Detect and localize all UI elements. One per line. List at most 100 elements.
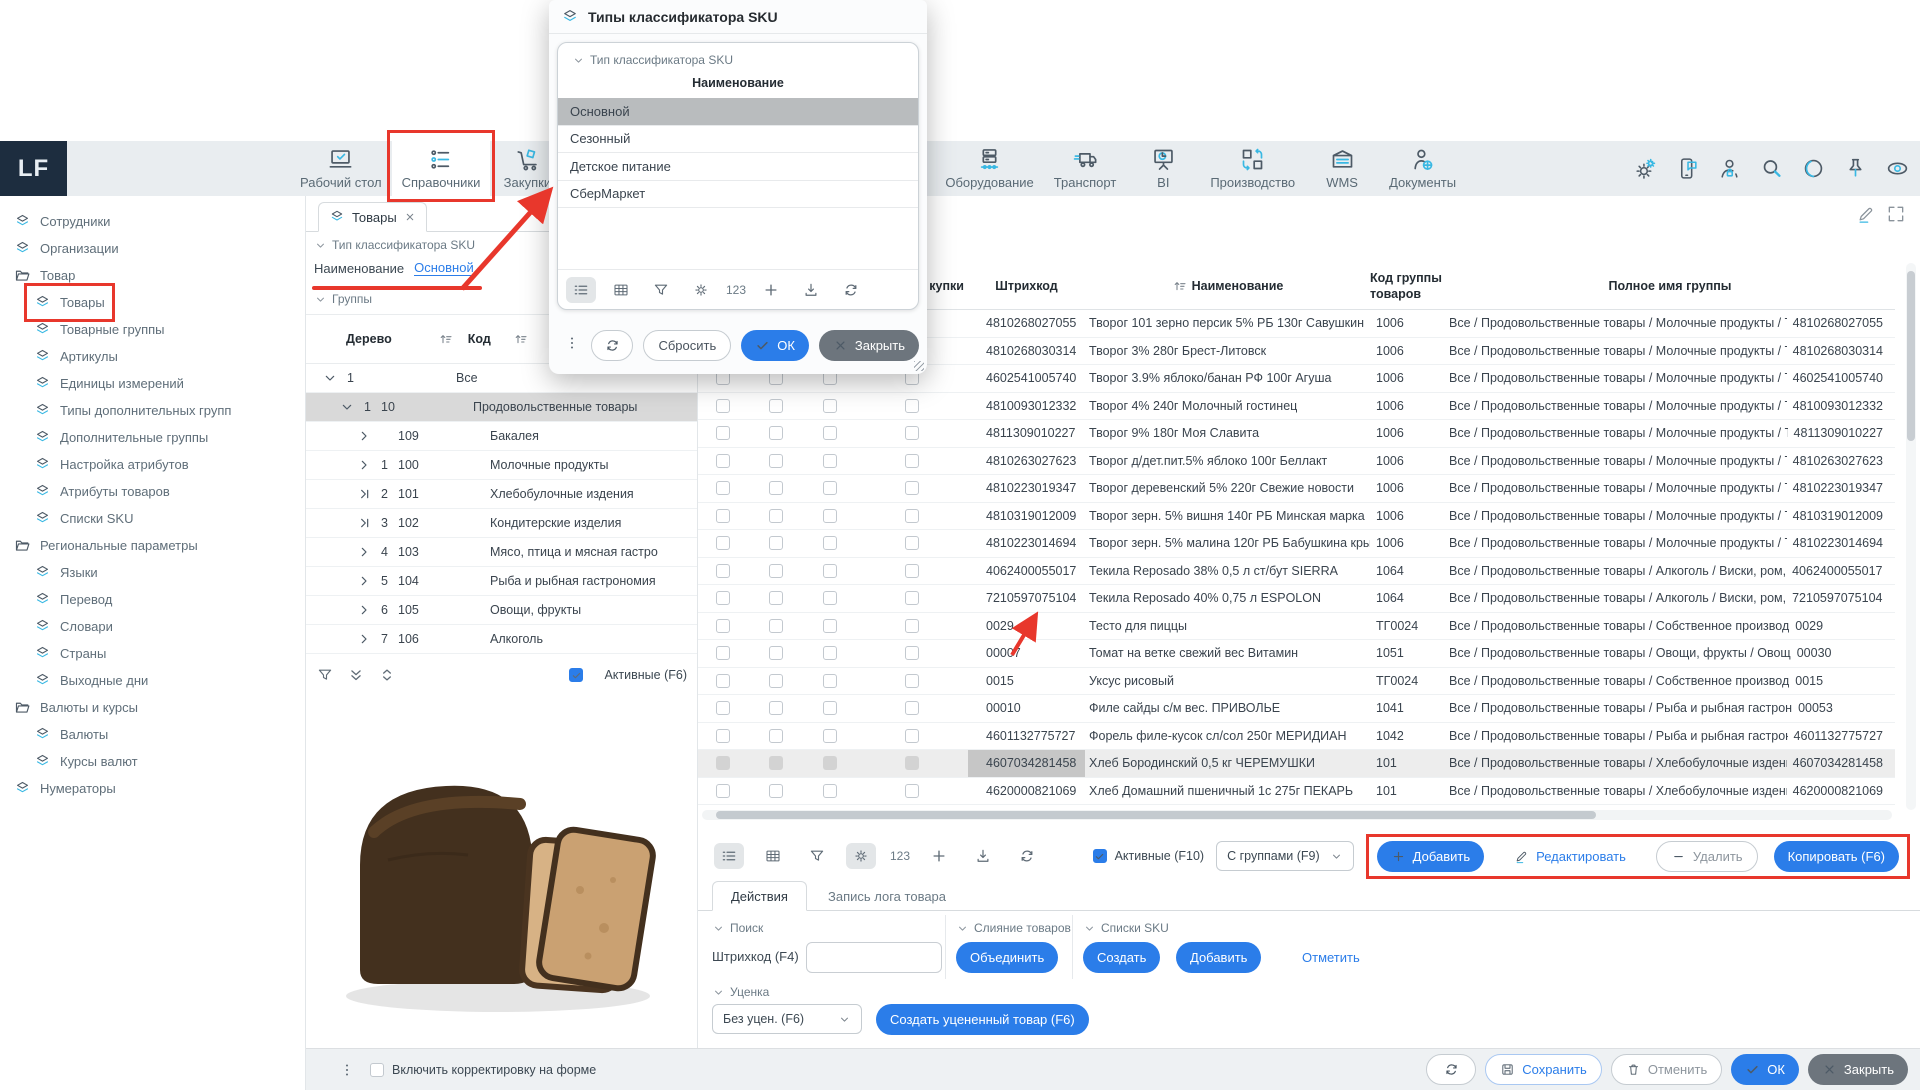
sort-icon[interactable] bbox=[513, 331, 529, 347]
product-row[interactable]: 4810319012009Творог зерн. 5% вишня 140г … bbox=[698, 503, 1895, 531]
product-row[interactable]: 4810263027623Творог д/дет.пит.5% яблоко … bbox=[698, 448, 1895, 476]
product-row[interactable]: 4062400055017Текила Reposado 38% 0,5 л с… bbox=[698, 558, 1895, 586]
column-header-name[interactable]: Наименование bbox=[1085, 278, 1370, 294]
refresh-button[interactable] bbox=[591, 330, 633, 361]
mobile-chat-icon[interactable] bbox=[1675, 156, 1700, 181]
row-checkbox[interactable] bbox=[769, 701, 783, 715]
row-checkbox[interactable] bbox=[905, 564, 919, 578]
menu-item-production[interactable]: Производство bbox=[1200, 141, 1305, 196]
group-tree-row[interactable]: 2101Хлебобулочные издения bbox=[306, 480, 697, 509]
row-checkbox[interactable] bbox=[716, 646, 730, 660]
row-checkbox[interactable] bbox=[716, 399, 730, 413]
menu-item-references[interactable]: Справочники bbox=[392, 141, 491, 196]
sidebar-item[interactable]: Сотрудники bbox=[10, 208, 114, 235]
modal-section-header[interactable]: Тип классификатора SKU bbox=[572, 53, 918, 67]
refresh-button[interactable] bbox=[1426, 1054, 1476, 1085]
row-checkbox[interactable] bbox=[716, 756, 730, 770]
tree-chevron-icon[interactable] bbox=[356, 457, 372, 473]
sidebar-item[interactable]: Валюты и курсы bbox=[10, 694, 142, 721]
product-row[interactable]: 4620000821069Хлеб Домашний пшеничный 1с … bbox=[698, 778, 1895, 806]
classifier-type-row[interactable]: Основной bbox=[558, 98, 918, 126]
row-checkbox[interactable] bbox=[716, 509, 730, 523]
markdown-dropdown[interactable]: Без уцен. (F6) bbox=[712, 1004, 862, 1034]
product-row[interactable]: 0029Тесто для пиццыТГ0024Все / Продоволь… bbox=[698, 613, 1895, 641]
row-checkbox[interactable] bbox=[823, 399, 837, 413]
column-header-barcode[interactable]: Штрихкод bbox=[968, 279, 1085, 293]
row-checkbox[interactable] bbox=[716, 536, 730, 550]
search-icon[interactable] bbox=[1759, 156, 1784, 181]
modal-title-bar[interactable]: Типы классификатора SKU bbox=[549, 0, 927, 34]
tree-chevron-icon[interactable] bbox=[339, 399, 355, 415]
row-checkbox[interactable] bbox=[716, 784, 730, 798]
row-checkbox[interactable] bbox=[716, 619, 730, 633]
row-checkbox[interactable] bbox=[769, 426, 783, 440]
copy-button[interactable]: Копировать (F6) bbox=[1774, 841, 1899, 872]
vertical-scrollbar[interactable] bbox=[1906, 263, 1916, 810]
row-checkbox[interactable] bbox=[769, 756, 783, 770]
group-tree-row[interactable]: 1100Молочные продукты bbox=[306, 451, 697, 480]
refresh-button[interactable] bbox=[836, 277, 866, 303]
with-groups-dropdown[interactable]: С группами (F9) bbox=[1216, 841, 1354, 871]
tab-products[interactable]: Товары bbox=[318, 202, 427, 232]
close-button[interactable]: Закрыть bbox=[1808, 1054, 1908, 1085]
product-row[interactable]: 00010Филе сайды с/м вес. ПРИВОЛЬЕ1041Все… bbox=[698, 695, 1895, 723]
row-checkbox[interactable] bbox=[769, 536, 783, 550]
active-groups-label[interactable]: Активные (F6) bbox=[604, 668, 687, 682]
group-tree-row[interactable]: 5104Рыба и рыбная гастрономия bbox=[306, 567, 697, 596]
filter-button[interactable] bbox=[802, 843, 832, 869]
sidebar-item[interactable]: Настройка атрибутов bbox=[30, 451, 193, 478]
ok-button[interactable]: ОК bbox=[741, 330, 809, 361]
product-row[interactable]: 4601132775727Форель филе-кусок сл/сол 25… bbox=[698, 723, 1895, 751]
filter-button[interactable] bbox=[646, 277, 676, 303]
sidebar-item[interactable]: Нумераторы bbox=[10, 775, 120, 802]
more-options-icon[interactable] bbox=[563, 334, 581, 352]
row-checkbox[interactable] bbox=[823, 756, 837, 770]
classifier-type-row[interactable]: Детское питание bbox=[558, 153, 918, 181]
row-checkbox[interactable] bbox=[769, 784, 783, 798]
menu-item-bi[interactable]: BI bbox=[1126, 141, 1200, 196]
tree-chevron-icon[interactable] bbox=[356, 602, 372, 618]
row-checkbox[interactable] bbox=[905, 784, 919, 798]
menu-item-wms[interactable]: WMS bbox=[1305, 141, 1379, 196]
row-checkbox[interactable] bbox=[823, 646, 837, 660]
grid-button[interactable] bbox=[606, 277, 636, 303]
scrollbar-thumb[interactable] bbox=[1907, 271, 1915, 441]
add-button[interactable] bbox=[924, 843, 954, 869]
row-checkbox[interactable] bbox=[769, 646, 783, 660]
horizontal-scrollbar[interactable] bbox=[702, 810, 1892, 820]
row-checkbox[interactable] bbox=[716, 591, 730, 605]
tree-chevron-icon[interactable] bbox=[322, 370, 338, 386]
row-checkbox[interactable] bbox=[905, 701, 919, 715]
sidebar-item[interactable]: Дополнительные группы bbox=[30, 424, 212, 451]
product-row[interactable]: 0015Уксус рисовыйТГ0024Все / Продовольст… bbox=[698, 668, 1895, 696]
markdown-section-header[interactable]: Уценка bbox=[712, 985, 769, 999]
tab-actions[interactable]: Действия bbox=[712, 881, 807, 911]
menu-item-transport[interactable]: Транспорт bbox=[1044, 141, 1127, 196]
edit-button[interactable]: Редактировать bbox=[1500, 841, 1640, 872]
row-checkbox[interactable] bbox=[769, 591, 783, 605]
product-row[interactable]: 4810223014694Творог зерн. 5% малина 120г… bbox=[698, 530, 1895, 558]
row-checkbox[interactable] bbox=[769, 564, 783, 578]
menu-item-desktop[interactable]: Рабочий стол bbox=[290, 141, 392, 196]
modal-column-header[interactable]: Наименование bbox=[558, 76, 918, 90]
row-checkbox[interactable] bbox=[769, 481, 783, 495]
row-checkbox[interactable] bbox=[905, 646, 919, 660]
group-tree-row[interactable]: 4103Мясо, птица и мясная гастро bbox=[306, 538, 697, 567]
app-logo[interactable]: LF bbox=[0, 141, 67, 196]
classifier-section-header[interactable]: Тип классификатора SKU bbox=[314, 238, 475, 252]
groups-section-header[interactable]: Группы bbox=[314, 292, 372, 306]
filter-icon[interactable] bbox=[316, 666, 334, 684]
row-checkbox[interactable] bbox=[905, 509, 919, 523]
add-button[interactable]: Добавить bbox=[1377, 841, 1484, 872]
menu-item-equipment[interactable]: Оборудование bbox=[935, 141, 1043, 196]
ok-button[interactable]: ОК bbox=[1731, 1054, 1799, 1085]
product-row[interactable]: 00007Томат на ветке свежий вес Витамин10… bbox=[698, 640, 1895, 668]
tree-chevron-icon[interactable] bbox=[356, 631, 372, 647]
row-checkbox[interactable] bbox=[905, 674, 919, 688]
row-checkbox[interactable] bbox=[716, 564, 730, 578]
sidebar-item[interactable]: Типы дополнительных групп bbox=[30, 397, 235, 424]
group-tree-row[interactable]: 3102Кондитерские изделия bbox=[306, 509, 697, 538]
clock-icon[interactable] bbox=[1801, 156, 1826, 181]
list-view-button[interactable] bbox=[566, 277, 596, 303]
row-checkbox[interactable] bbox=[905, 454, 919, 468]
